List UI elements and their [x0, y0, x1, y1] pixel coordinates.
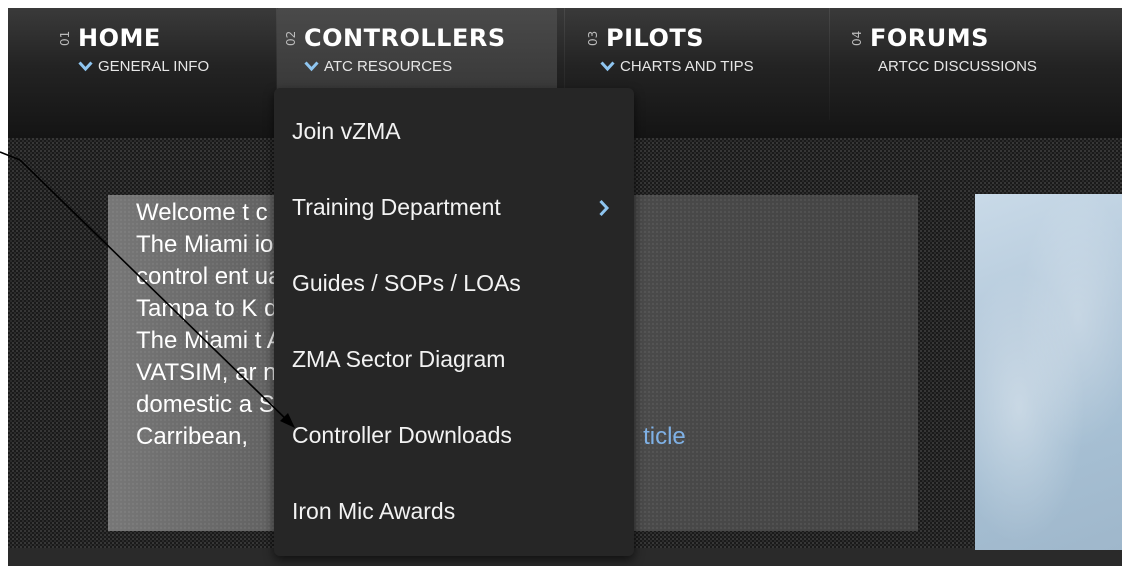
nav-subtitle-text: CHARTS AND TIPS [620, 58, 754, 75]
menu-item-zma-sector-diagram[interactable]: ZMA Sector Diagram [274, 330, 634, 390]
welcome-last-line: Carribean, [136, 423, 249, 450]
menu-item-join-vzma[interactable]: Join vZMA [274, 102, 634, 162]
menu-item-label: Training Department [292, 194, 501, 220]
controllers-dropdown: Join vZMA Training Department Guides / S… [274, 88, 634, 556]
chevron-down-icon [78, 61, 93, 72]
nav-title: CONTROLLERS [304, 24, 506, 52]
menu-item-label: Join vZMA [292, 118, 401, 144]
nav-number: 02 [284, 30, 298, 46]
nav-subtitle-text: ATC RESOURCES [324, 58, 453, 75]
menu-item-training-department[interactable]: Training Department [274, 178, 634, 238]
chevron-right-icon [599, 199, 610, 217]
menu-item-guides-sops-loas[interactable]: Guides / SOPs / LOAs [274, 254, 634, 314]
menu-item-label: ZMA Sector Diagram [292, 346, 506, 372]
nav-subtitle-text: GENERAL INFO [98, 58, 210, 75]
nav-subtitle: CHARTS AND TIPS [600, 58, 754, 75]
nav-item-forums[interactable]: 04 FORUMS ARTCC DISCUSSIONS [830, 8, 1122, 118]
menu-item-label: Controller Downloads [292, 422, 512, 448]
hero-image [975, 194, 1122, 550]
menu-item-controller-downloads[interactable]: Controller Downloads [274, 406, 634, 466]
nav-subtitle: ATC RESOURCES [304, 58, 452, 75]
chevron-down-icon [600, 61, 615, 72]
nav-subtitle: ARTCC DISCUSSIONS [878, 58, 1037, 75]
nav-title: HOME [78, 24, 161, 52]
nav-item-home[interactable]: 01 HOME GENERAL INFO [48, 8, 276, 118]
nav-number: 04 [850, 30, 864, 46]
read-more-link[interactable]: ticle [643, 423, 686, 450]
nav-subtitle: GENERAL INFO [78, 58, 209, 75]
menu-item-label: Guides / SOPs / LOAs [292, 270, 521, 296]
nav-subtitle-text: ARTCC DISCUSSIONS [878, 58, 1037, 75]
nav-number: 01 [58, 30, 72, 46]
menu-item-iron-mic-awards[interactable]: Iron Mic Awards [274, 482, 634, 542]
nav-title: FORUMS [870, 24, 989, 52]
chevron-down-icon [304, 61, 319, 72]
nav-title: PILOTS [606, 24, 705, 52]
page: 01 HOME GENERAL INFO 02 CONTROLLERS ATC … [0, 0, 1122, 566]
nav-number: 03 [586, 30, 600, 46]
menu-item-label: Iron Mic Awards [292, 498, 456, 524]
